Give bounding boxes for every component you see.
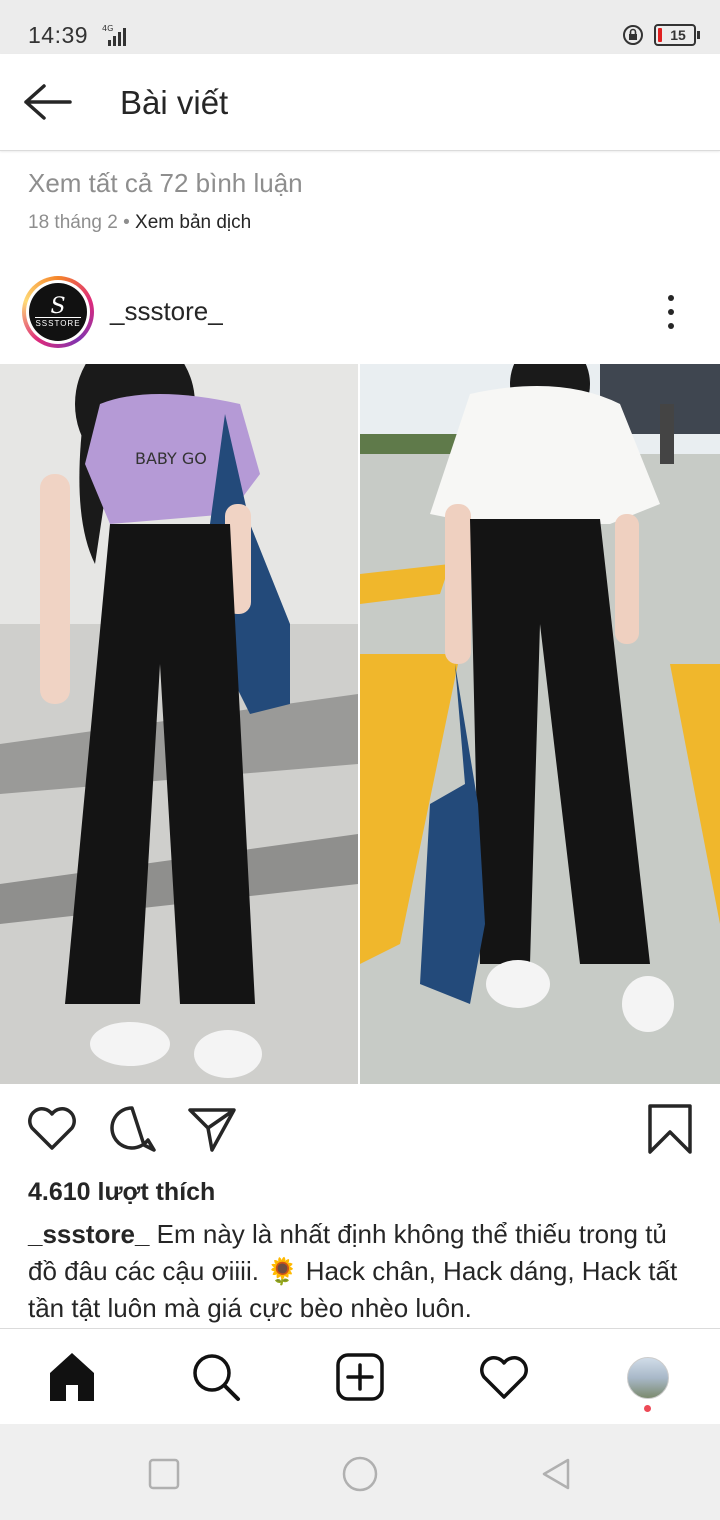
post-username[interactable]: _ssstore_ xyxy=(110,296,223,327)
bookmark-icon[interactable] xyxy=(642,1100,698,1156)
signal-icon: 4G xyxy=(102,24,126,46)
battery-icon: 15 xyxy=(654,24,700,46)
share-icon[interactable] xyxy=(184,1100,240,1156)
back-triangle-icon[interactable] xyxy=(536,1454,576,1494)
notification-dot xyxy=(644,1405,651,1412)
post-caption: _ssstore_ Em này là nhất định không thể … xyxy=(28,1216,688,1327)
new-post-icon[interactable] xyxy=(332,1349,388,1405)
story-ring[interactable]: S SSSTORE xyxy=(22,276,94,348)
recents-square-icon[interactable] xyxy=(144,1454,184,1494)
svg-text:BABY GO: BABY GO xyxy=(135,449,207,468)
home-icon[interactable] xyxy=(44,1349,100,1405)
post-date-row: 18 tháng 2 • Xem bản dịch xyxy=(28,212,251,234)
caption-username[interactable]: _ssstore_ xyxy=(28,1219,149,1249)
status-time: 14:39 xyxy=(28,22,89,48)
page-title: Bài viết xyxy=(120,84,229,121)
arrow-left-icon[interactable] xyxy=(22,82,74,122)
search-icon[interactable] xyxy=(188,1349,244,1405)
see-translation-link[interactable]: Xem bản dịch xyxy=(135,212,251,233)
avatar-monogram: S xyxy=(50,293,66,319)
status-bar: 14:39 4G 15 xyxy=(0,0,720,54)
separator-dot: • xyxy=(123,212,130,233)
comment-icon[interactable] xyxy=(104,1100,160,1156)
battery-level: 15 xyxy=(670,27,686,43)
profile-avatar-tab[interactable] xyxy=(627,1357,669,1399)
more-options-icon[interactable] xyxy=(656,292,686,332)
post-actions xyxy=(0,1100,720,1160)
post-header: S SSSTORE _ssstore_ xyxy=(0,274,720,350)
system-nav-bar xyxy=(0,1424,720,1520)
post-photo-left[interactable]: BABY GO xyxy=(0,364,358,1084)
heart-icon[interactable] xyxy=(24,1100,80,1156)
post-photo-right[interactable] xyxy=(360,364,720,1084)
rotation-lock-icon xyxy=(623,25,643,45)
post-date: 18 tháng 2 xyxy=(28,212,118,233)
app-header: Bài viết xyxy=(0,54,720,151)
avatar[interactable]: S SSSTORE xyxy=(26,280,90,344)
activity-heart-icon[interactable] xyxy=(476,1349,532,1405)
outfit-image-left: BABY GO xyxy=(0,364,358,1084)
view-all-comments-link[interactable]: Xem tất cả 72 bình luận xyxy=(28,168,303,199)
likes-count[interactable]: 4.610 lượt thích xyxy=(28,1178,215,1207)
network-label: 4G xyxy=(102,24,113,33)
avatar-logo: S SSSTORE xyxy=(29,283,87,341)
avatar-brand-text: SSSTORE xyxy=(35,316,81,328)
home-circle-icon[interactable] xyxy=(340,1454,380,1494)
status-right: 15 xyxy=(622,24,700,46)
outfit-image-right xyxy=(360,364,720,1084)
bottom-tab-bar xyxy=(0,1328,720,1425)
